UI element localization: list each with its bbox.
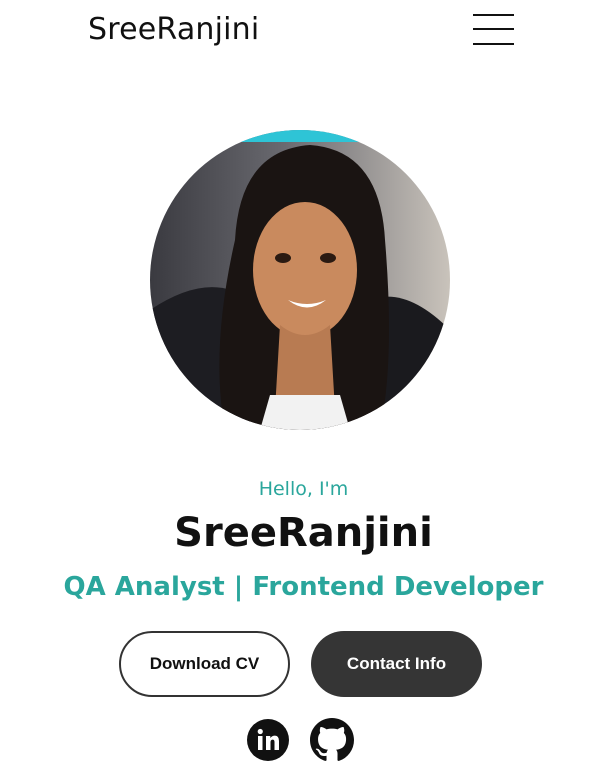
site-logo[interactable]: SreeRanjini xyxy=(88,12,259,47)
github-icon[interactable] xyxy=(310,718,354,762)
greeting-text: Hello, I'm xyxy=(258,478,349,500)
profile-photo xyxy=(150,130,450,430)
linkedin-icon[interactable] xyxy=(246,718,290,762)
download-cv-button[interactable]: Download CV xyxy=(119,631,290,697)
hero-name: SreeRanjini xyxy=(174,510,433,556)
hamburger-menu-icon[interactable] xyxy=(473,12,514,46)
contact-info-button[interactable]: Contact Info xyxy=(311,631,482,697)
hero-role: QA Analyst | Frontend Developer xyxy=(63,572,544,602)
